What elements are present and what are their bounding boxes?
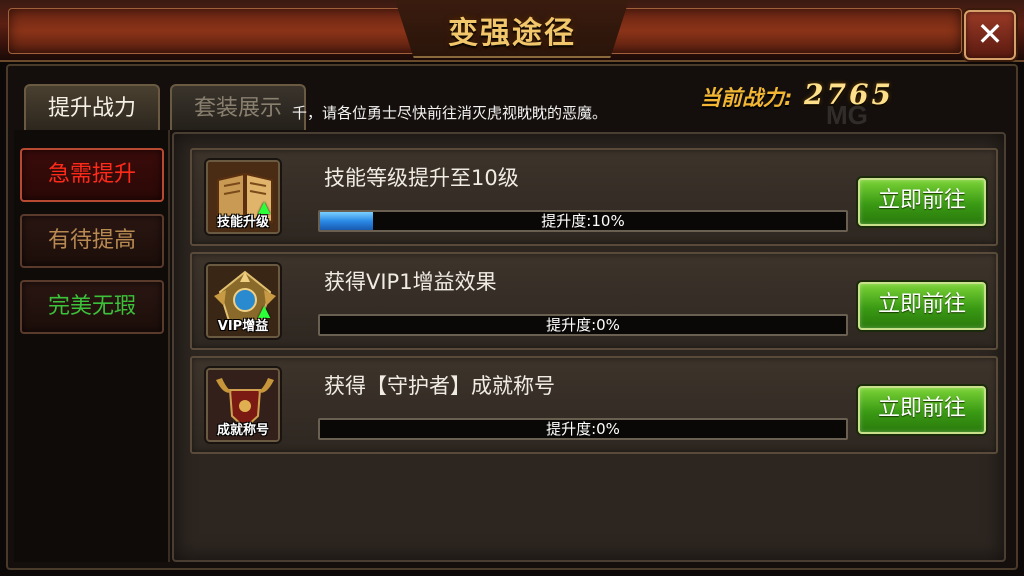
task-icon-frame[interactable]: 成就称号: [206, 368, 280, 442]
progress-bar: 提升度:0%: [318, 418, 848, 440]
tab-power-up[interactable]: 提升战力: [24, 84, 160, 134]
watermark-logo: MG: [826, 100, 868, 130]
category-perfect[interactable]: 完美无瑕: [20, 280, 164, 334]
progress-text: 提升度:0%: [546, 316, 620, 334]
task-icon-caption: 成就称号: [216, 423, 269, 438]
go-now-button[interactable]: 立即前往: [858, 386, 986, 434]
go-now-button[interactable]: 立即前往: [858, 282, 986, 330]
progress-text: 提升度:0%: [546, 420, 620, 438]
category-urgent[interactable]: 急需提升: [20, 148, 164, 202]
task-icon-caption: VIP增益: [217, 319, 269, 334]
task-icon-caption: 技能升级: [216, 215, 269, 230]
tab-suit-display[interactable]: 套装展示: [170, 84, 306, 130]
category-improvable[interactable]: 有待提高: [20, 214, 164, 268]
task-row: ▲ VIP增益 获得VIP1增益效果 提升度:0% 立即前往: [190, 252, 998, 350]
go-now-button[interactable]: 立即前往: [858, 178, 986, 226]
task-row: 成就称号 获得【守护者】成就称号 提升度:0% 立即前往: [190, 356, 998, 454]
task-icon-frame[interactable]: ▲ 技能升级: [206, 160, 280, 234]
task-title: 获得【守护者】成就称号: [324, 374, 555, 398]
task-icon-frame[interactable]: ▲ VIP增益: [206, 264, 280, 338]
close-button[interactable]: ✕: [964, 10, 1016, 60]
window-title: 变强途径: [448, 16, 576, 51]
scrolling-notice: 千，请各位勇士尽快前往消灭虎视眈眈的恶魔。: [292, 104, 608, 122]
task-row: ▲ 技能升级 技能等级提升至10级 提升度:10% 立即前往: [190, 148, 998, 246]
progress-bar: 提升度:0%: [318, 314, 848, 336]
progress-text: 提升度:10%: [541, 212, 625, 230]
task-title: 获得VIP1增益效果: [324, 270, 497, 294]
power-label: 当前战力:: [700, 86, 793, 110]
task-title: 技能等级提升至10级: [324, 166, 519, 190]
close-x-icon: ✕: [976, 15, 1004, 53]
progress-bar: 提升度:10%: [318, 210, 848, 232]
